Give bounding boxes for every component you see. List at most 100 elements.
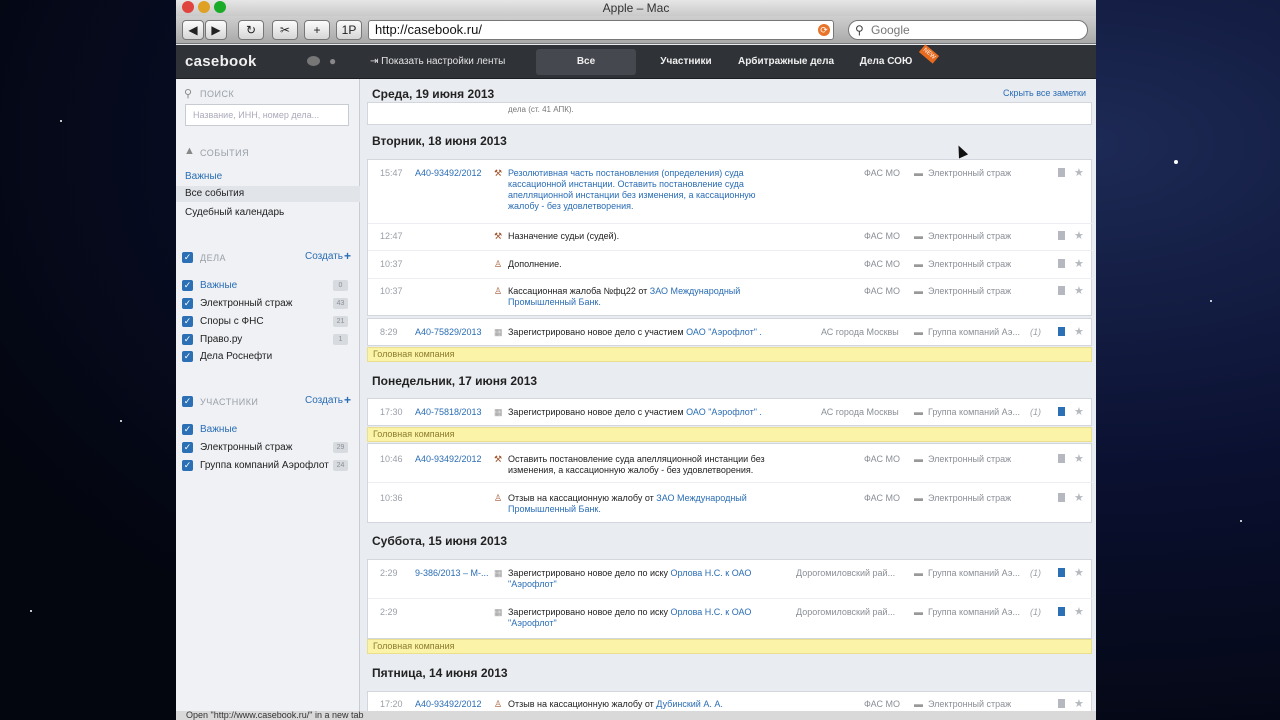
window-titlebar: Apple – Mac [176, 0, 1096, 16]
bookmark-icon[interactable] [1058, 493, 1065, 502]
url-field[interactable]: http://casebook.ru/ ⟳ [368, 20, 834, 40]
close-icon[interactable] [182, 1, 194, 13]
add-bookmark-button[interactable]: + [304, 20, 330, 40]
window-title: Apple – Mac [602, 1, 670, 15]
project-name: Группа компаний Аэ... [928, 568, 1020, 578]
folder-icon: ▬ [914, 231, 923, 241]
back-button[interactable]: ◀ [182, 20, 204, 40]
event-time: 2:29 [380, 568, 398, 578]
folder-icon: ▬ [914, 407, 923, 417]
case-number-link[interactable]: А40-75818/2013 [415, 407, 482, 417]
case-count: 1 [333, 334, 348, 345]
star-icon[interactable]: ★ [1074, 325, 1084, 338]
reload-button[interactable]: ↻ [238, 20, 264, 40]
case-count: 0 [333, 280, 348, 291]
participants-checkbox[interactable]: ✓ [182, 396, 193, 407]
star-icon[interactable]: ★ [1074, 405, 1084, 418]
snapshot-button[interactable]: ✂ [272, 20, 298, 40]
forward-button[interactable]: ▶ [205, 20, 227, 40]
feed-settings-button[interactable]: ⇥ Показать настройки ленты [370, 56, 505, 67]
party-link[interactable]: ОАО "Аэрофлот" . [686, 327, 762, 337]
bookmark-icon[interactable] [1058, 286, 1065, 295]
chat-icon[interactable] [307, 56, 320, 66]
plus-icon[interactable]: + [344, 393, 351, 407]
star-icon[interactable]: ★ [1074, 697, 1084, 710]
party-link[interactable]: ОАО "Аэрофлот" . [686, 407, 762, 417]
participant-label[interactable]: Группа компаний Аэрофлот [200, 460, 329, 471]
party-link[interactable]: Дубинский А. А. [656, 699, 723, 709]
row-separator [368, 278, 1093, 279]
participants-section-title: УЧАСТНИКИ [200, 397, 259, 407]
hide-all-notes-link[interactable]: Скрыть все заметки [1003, 88, 1086, 98]
create-case-link[interactable]: Создать [305, 251, 343, 262]
events-important[interactable]: Важные [185, 171, 222, 182]
case-number-link[interactable]: А40-93492/2012 [415, 699, 482, 709]
event-text: Отзыв на кассационную жалобу от ЗАО Межд… [508, 493, 763, 515]
participant-label[interactable]: Важные [200, 424, 237, 435]
case-label[interactable]: Дела Роснефти [200, 351, 272, 362]
case-number-link[interactable]: 9-386/2013 – М-... [415, 568, 489, 578]
bookmark-icon[interactable] [1058, 259, 1065, 268]
bookmark-icon[interactable] [1058, 607, 1065, 616]
case-checkbox[interactable]: ✓ [182, 280, 193, 291]
event-text-part: Отзыв на кассационную жалобу от [508, 493, 657, 503]
onepassword-button[interactable]: 1P [336, 20, 362, 40]
event-card: 8:29 А40-75829/2013 ▦ Зарегистрировано н… [367, 318, 1092, 346]
rss-icon[interactable]: ⟳ [818, 24, 830, 36]
star-icon[interactable]: ★ [1074, 605, 1084, 618]
zoom-icon[interactable] [214, 1, 226, 13]
sidebar-search-input[interactable]: Название, ИНН, номер дела... [185, 104, 349, 126]
star-icon[interactable]: ★ [1074, 166, 1084, 179]
case-checkbox[interactable]: ✓ [182, 298, 193, 309]
gavel-icon: ⚒ [494, 231, 503, 241]
star-icon[interactable]: ★ [1074, 257, 1084, 270]
case-checkbox[interactable]: ✓ [182, 351, 193, 362]
user-icon[interactable]: ● [329, 54, 336, 68]
event-time: 17:30 [380, 407, 403, 417]
case-checkbox[interactable]: ✓ [182, 334, 193, 345]
google-search-placeholder: Google [871, 23, 910, 37]
bookmark-icon[interactable] [1058, 699, 1065, 708]
case-checkbox[interactable]: ✓ [182, 316, 193, 327]
case-label[interactable]: Важные [200, 280, 237, 291]
case-label[interactable]: Споры с ФНС [200, 316, 264, 327]
head-company-band: Головная компания [367, 639, 1092, 654]
bookmark-icon[interactable] [1058, 231, 1065, 240]
case-number-link[interactable]: А40-75829/2013 [415, 327, 482, 337]
date-heading: Суббота, 15 июня 2013 [372, 534, 507, 548]
court-building-icon: ▦ [494, 407, 503, 417]
bookmark-icon[interactable] [1058, 168, 1065, 177]
create-participant-link[interactable]: Создать [305, 395, 343, 406]
star-icon[interactable]: ★ [1074, 566, 1084, 579]
event-text-part: Зарегистрировано новое дело с участием [508, 407, 687, 417]
cases-checkbox[interactable]: ✓ [182, 252, 193, 263]
star-icon[interactable]: ★ [1074, 452, 1084, 465]
tab-all[interactable]: Все [536, 49, 636, 75]
events-court-calendar[interactable]: Судебный календарь [185, 207, 284, 218]
star-icon[interactable]: ★ [1074, 491, 1084, 504]
star-icon[interactable]: ★ [1074, 229, 1084, 242]
participant-label[interactable]: Электронный страж [200, 442, 292, 453]
case-label[interactable]: Электронный страж [200, 298, 292, 309]
case-label[interactable]: Право.ру [200, 334, 242, 345]
participant-checkbox[interactable]: ✓ [182, 442, 193, 453]
events-all[interactable]: Все события [176, 186, 360, 202]
participant-checkbox[interactable]: ✓ [182, 424, 193, 435]
case-number-link[interactable]: А40-93492/2012 [415, 454, 482, 464]
casebook-logo[interactable]: casebook [185, 53, 257, 70]
search-icon: ⚲ [184, 88, 193, 100]
tab-participants[interactable]: Участники [636, 49, 736, 75]
plus-icon[interactable]: + [344, 249, 351, 263]
bookmark-icon[interactable] [1058, 327, 1065, 336]
google-search-field[interactable]: ⚲ Google [848, 20, 1088, 40]
date-heading: Среда, 19 июня 2013 [372, 87, 495, 101]
bookmark-icon[interactable] [1058, 568, 1065, 577]
case-number-link[interactable]: А40-93492/2012 [415, 168, 482, 178]
star-icon[interactable]: ★ [1074, 284, 1084, 297]
participant-checkbox[interactable]: ✓ [182, 460, 193, 471]
bookmark-icon[interactable] [1058, 454, 1065, 463]
bookmark-icon[interactable] [1058, 407, 1065, 416]
minimize-icon[interactable] [198, 1, 210, 13]
event-text-link[interactable]: Резолютивная часть постановления (опреде… [508, 168, 763, 212]
tab-arbitration-cases[interactable]: Арбитражные дела [736, 49, 836, 75]
